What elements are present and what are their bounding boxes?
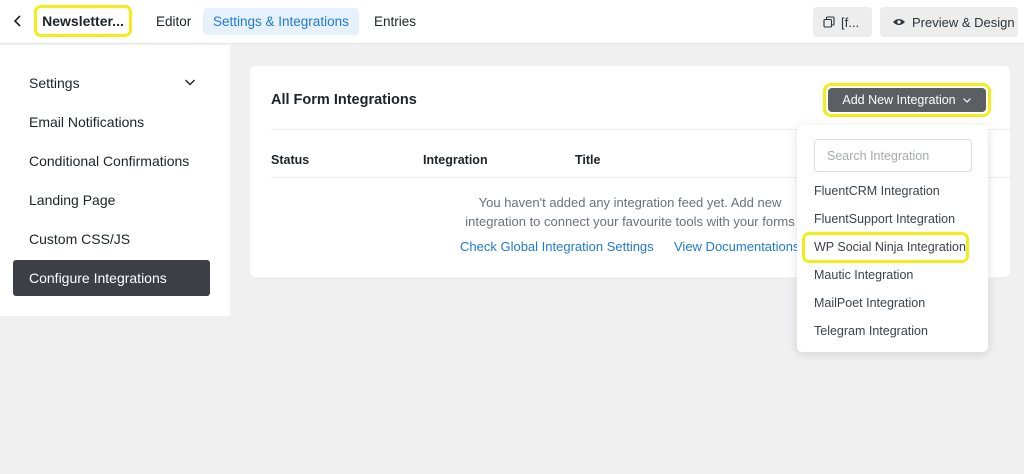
integration-dropdown: FluentCRM Integration FluentSupport Inte… (797, 125, 988, 352)
sidebar-item-label: Settings (29, 75, 80, 91)
chevron-down-icon (962, 98, 971, 103)
sidebar-item-settings[interactable]: Settings (13, 65, 210, 101)
search-integration-input[interactable] (814, 139, 972, 172)
page-title: All Form Integrations (271, 92, 417, 108)
sidebar-item-label: Custom CSS/JS (29, 231, 131, 247)
shortcode-button[interactable]: [f... (813, 7, 872, 37)
empty-state-message: You haven't added any integration feed y… (465, 195, 795, 229)
tab-entries[interactable]: Entries (364, 8, 426, 35)
sidebar-item-conditional-confirmations[interactable]: Conditional Confirmations (13, 143, 210, 179)
sidebar-item-label: Conditional Confirmations (29, 153, 190, 169)
chevron-down-icon (185, 79, 195, 86)
view-documentation-link[interactable]: View Documentations (674, 239, 800, 254)
sidebar-item-landing-page[interactable]: Landing Page (13, 182, 210, 218)
preview-design-button[interactable]: Preview & Design (880, 7, 1018, 37)
dropdown-item-telegram[interactable]: Telegram Integration (814, 324, 928, 338)
sidebar-item-email-notifications[interactable]: Email Notifications (13, 104, 210, 140)
dropdown-item-fluentcrm[interactable]: FluentCRM Integration (814, 184, 940, 198)
copy-icon (823, 16, 835, 28)
chevron-left-icon (13, 15, 21, 27)
add-new-integration-button[interactable]: Add New Integration (828, 88, 986, 112)
sidebar-item-custom-css-js[interactable]: Custom CSS/JS (13, 221, 210, 257)
tab-settings-integrations[interactable]: Settings & Integrations (203, 8, 359, 35)
global-integration-settings-link[interactable]: Check Global Integration Settings (460, 239, 654, 254)
shortcode-label: [f... (841, 14, 860, 30)
column-header-title: Title (575, 153, 601, 167)
column-header-integration: Integration (423, 153, 488, 167)
add-integration-highlight: Add New Integration (823, 83, 991, 117)
top-bar: Newsletter... Editor Settings & Integrat… (0, 0, 1024, 44)
sidebar-item-configure-integrations[interactable]: Configure Integrations (13, 260, 210, 296)
add-new-integration-label: Add New Integration (842, 93, 956, 107)
sidebar-item-label: Landing Page (29, 192, 116, 208)
settings-sidebar: Settings Email Notifications Conditional… (0, 45, 230, 316)
sidebar-item-label: Email Notifications (29, 114, 145, 130)
dropdown-item-mautic[interactable]: Mautic Integration (814, 268, 913, 282)
sidebar-item-label: Configure Integrations (29, 270, 167, 286)
preview-design-label: Preview & Design (912, 14, 1015, 30)
back-button[interactable] (8, 11, 28, 31)
dropdown-item-mailpoet[interactable]: MailPoet Integration (814, 296, 925, 310)
tab-editor[interactable]: Editor (146, 8, 201, 35)
eye-icon (893, 19, 905, 25)
dropdown-item-wp-social-ninja[interactable]: WP Social Ninja Integration (814, 240, 966, 254)
form-title[interactable]: Newsletter... (34, 5, 132, 37)
dropdown-item-fluentsupport[interactable]: FluentSupport Integration (814, 212, 955, 226)
column-header-status: Status (271, 153, 310, 167)
